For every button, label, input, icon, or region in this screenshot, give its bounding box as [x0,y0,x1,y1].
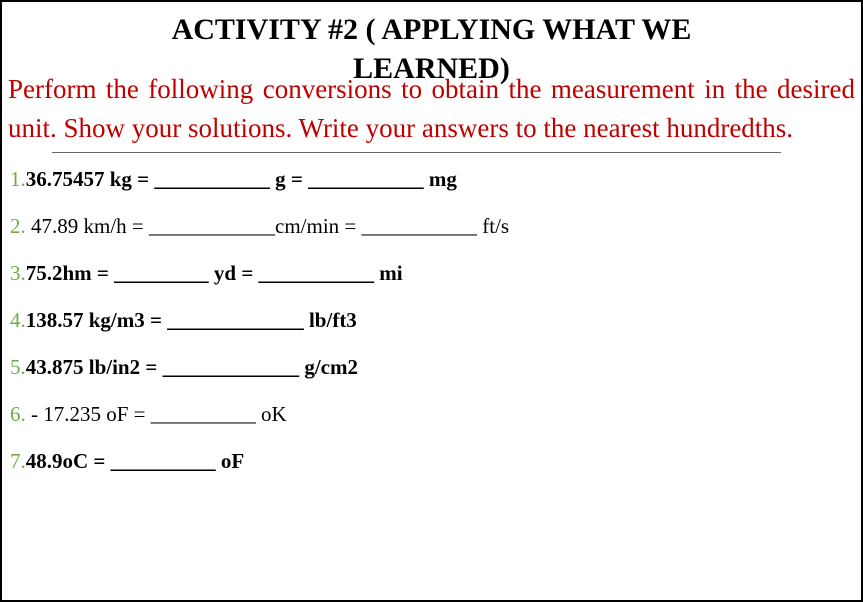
title-line-1: ACTIVITY #2 ( APPLYING WHAT WE [172,13,692,46]
problem-number: 6. [10,402,26,426]
problem-5: 5.43.875 lb/in2 = _____________ g/cm2 [10,355,853,380]
problem-text: 47.89 km/h = ____________cm/min = ______… [26,214,509,238]
problem-text: 138.57 kg/m3 = _____________ lb/ft3 [26,308,357,332]
problem-text: 43.875 lb/in2 = _____________ g/cm2 [26,355,358,379]
problem-2: 2. 47.89 km/h = ____________cm/min = ___… [10,214,853,239]
problem-text: 36.75457 kg = ___________ g = __________… [26,167,457,191]
problem-number: 4. [10,308,26,332]
problem-7: 7.48.9oC = __________ oF [10,449,853,474]
instructions-text: Perform the following conversions to obt… [2,70,861,148]
problem-text: - 17.235 oF = __________ oK [26,402,287,426]
problem-4: 4.138.57 kg/m3 = _____________ lb/ft3 [10,308,853,333]
problem-6: 6. - 17.235 oF = __________ oK [10,402,853,427]
problem-text: 75.2hm = _________ yd = ___________ mi [26,261,403,285]
problem-1: 1.36.75457 kg = ___________ g = ________… [10,167,853,192]
problem-number: 7. [10,449,26,473]
problem-3: 3.75.2hm = _________ yd = ___________ mi [10,261,853,286]
problem-number: 1. [10,167,26,191]
problem-number: 2. [10,214,26,238]
divider [52,152,781,153]
problem-number: 3. [10,261,26,285]
problem-number: 5. [10,355,26,379]
problem-text: 48.9oC = __________ oF [26,449,244,473]
problems-list: 1.36.75457 kg = ___________ g = ________… [2,157,861,474]
